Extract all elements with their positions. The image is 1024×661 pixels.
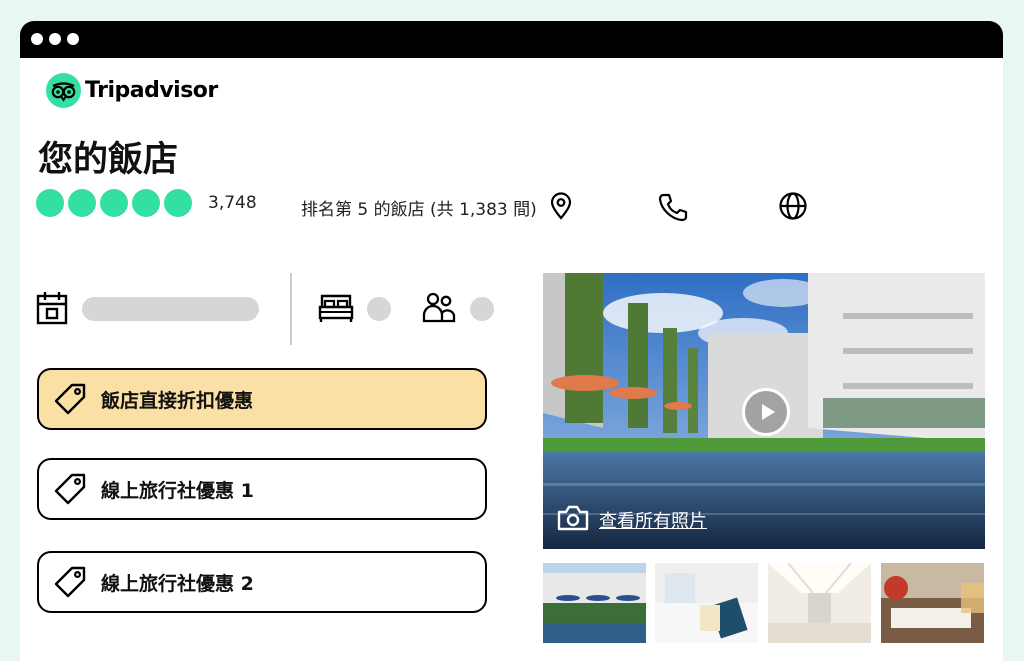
phone-icon[interactable] [658,192,688,226]
rating-bubble [164,189,192,217]
deal-direct-discount[interactable]: 飯店直接折扣優惠 [37,368,487,430]
brand-name: Tripadvisor [85,78,218,103]
deal-label: 飯店直接折扣優惠 [101,389,254,412]
bed-icon[interactable] [318,293,354,327]
deal-ota-1[interactable]: 線上旅行社優惠 1 [37,458,487,520]
date-selector[interactable] [82,297,259,321]
people-icon[interactable] [422,291,456,327]
map-pin-icon[interactable] [548,192,574,224]
page-title: 您的飯店 [38,140,179,180]
deal-ota-2[interactable]: 線上旅行社優惠 2 [37,551,487,613]
calendar-icon[interactable] [36,291,68,329]
ranking-text[interactable]: 排名第 5 的飯店 (共 1,383 間) [301,195,537,220]
rating-bubble [36,189,64,217]
guests-selector[interactable] [470,297,494,321]
see-all-photos-label: 查看所有照片 [599,511,707,532]
thumbnail-image [543,563,646,643]
photo-thumbnail[interactable] [655,563,758,643]
rating-bubble [68,189,96,217]
window-dot [67,33,79,45]
deal-label: 線上旅行社優惠 2 [101,572,254,595]
tripadvisor-logo[interactable]: Tripadvisor [46,73,218,108]
price-tag-icon [53,565,87,599]
photo-thumbnail[interactable] [881,563,984,643]
play-icon [762,404,775,420]
camera-icon [557,505,589,535]
window-dot [31,33,43,45]
thumbnail-image [881,563,984,643]
price-tag-icon [53,382,87,416]
play-video-button[interactable] [742,388,790,436]
rating-bubble [100,189,128,217]
window-titlebar [20,21,1003,58]
hotel-main-photo[interactable]: 查看所有照片 [543,273,985,549]
thumbnail-image [768,563,871,643]
globe-icon[interactable] [778,191,808,225]
review-count[interactable]: 3,748 [208,193,257,213]
photo-thumbnail[interactable] [543,563,646,643]
rating-bubble [132,189,160,217]
filter-divider [290,273,292,345]
rating-bubbles[interactable]: 3,748 [36,189,257,217]
booking-filters [36,273,506,345]
photo-thumbnail[interactable] [768,563,871,643]
owl-logo-icon [46,73,81,108]
price-tag-icon [53,472,87,506]
window-dot [49,33,61,45]
thumbnail-image [655,563,758,643]
deal-label: 線上旅行社優惠 1 [101,479,254,502]
see-all-photos-link[interactable]: 查看所有照片 [557,505,707,535]
rooms-selector[interactable] [367,297,391,321]
browser-window: Tripadvisor 您的飯店 3,748 排名第 5 的飯店 (共 1,38… [20,21,1003,661]
